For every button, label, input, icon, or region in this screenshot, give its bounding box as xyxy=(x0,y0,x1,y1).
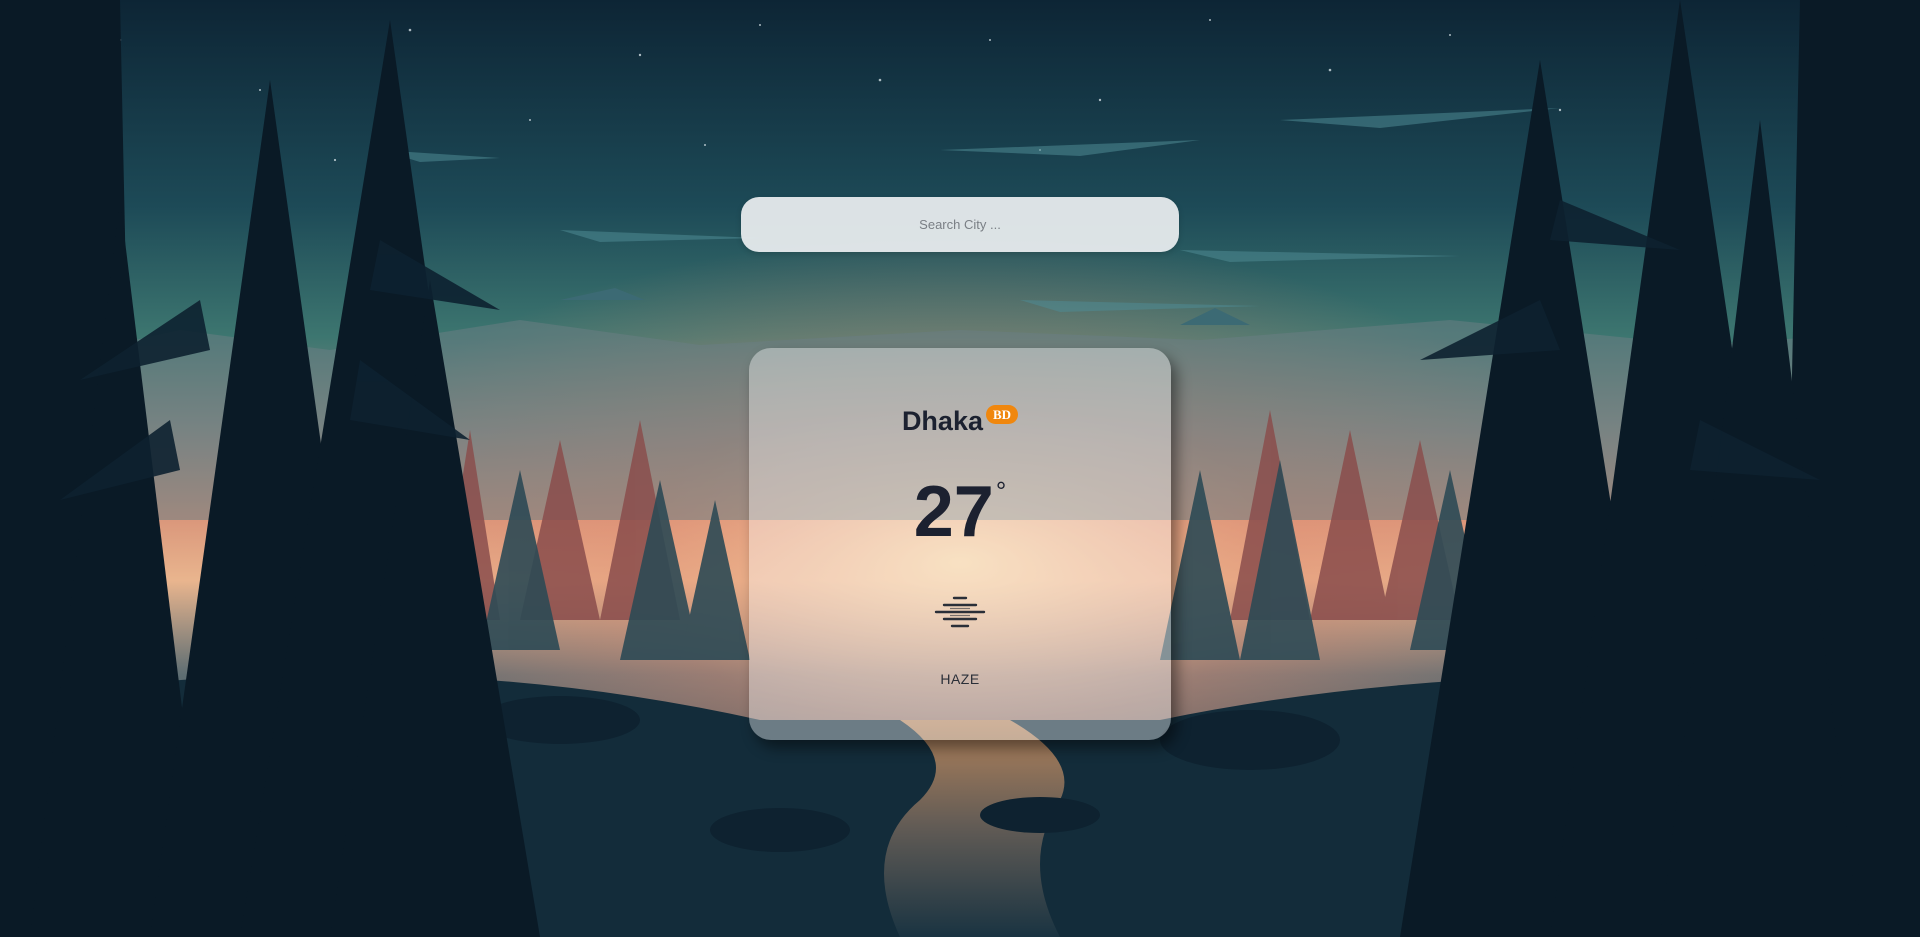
degree-symbol: ° xyxy=(995,476,1007,506)
weather-card: Dhaka BD 27 ° HAZE xyxy=(749,348,1171,740)
haze-icon xyxy=(932,594,988,630)
temperature-row: 27 ° xyxy=(749,476,1171,548)
country-badge: BD xyxy=(985,405,1019,424)
city-name: Dhaka xyxy=(901,406,983,436)
search-bar[interactable] xyxy=(741,197,1179,252)
search-input[interactable] xyxy=(741,197,1179,252)
weather-card-content: Dhaka BD 27 ° HAZE xyxy=(749,348,1171,740)
city-row: Dhaka BD xyxy=(749,405,1171,436)
weather-condition: HAZE xyxy=(940,671,980,687)
temperature-value: 27 xyxy=(913,472,994,552)
